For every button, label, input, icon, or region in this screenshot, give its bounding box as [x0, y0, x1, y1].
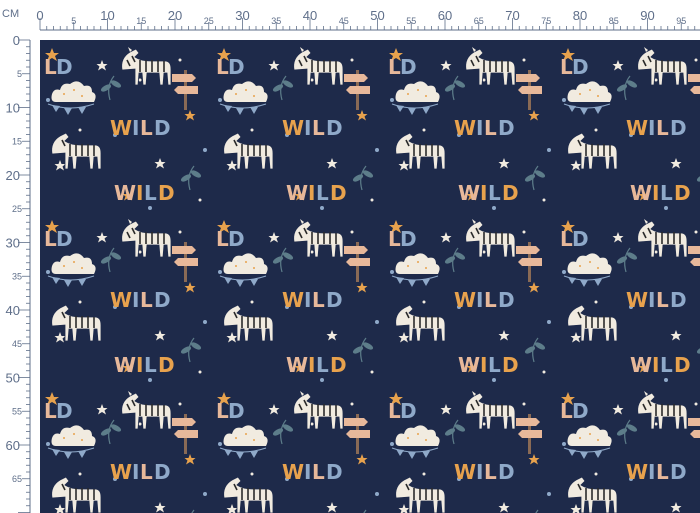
ruler-tick-label: 95 — [676, 16, 686, 26]
fabric-print-preview: W I L D W I L D L D 01020304050607080905… — [2, 8, 700, 513]
ruler-tick-label: 0 — [13, 33, 20, 48]
ruler-tick-label: 30 — [6, 236, 20, 251]
ruler-tick-label: 25 — [12, 204, 22, 214]
ruler-tick-label: 35 — [12, 271, 22, 281]
ruler-tick-label: 85 — [609, 16, 619, 26]
ruler-tick-label: 60 — [6, 438, 20, 453]
ruler-tick-label: 50 — [370, 8, 384, 23]
ruler-tick-label: 60 — [438, 8, 452, 23]
left-ruler: 0 10 20 30 40 50 60 5 15 25 35 45 55 65 — [6, 33, 31, 513]
ruler-tick-label: 10 — [6, 101, 20, 116]
ruler-tick-label: 30 — [235, 8, 249, 23]
ruler-tick-label: 10 — [100, 8, 114, 23]
ruler-tick-label: 20 — [6, 168, 20, 183]
ruler-tick-label: 15 — [136, 16, 146, 26]
ruler-tick-label: 40 — [6, 303, 20, 318]
ruler-tick-label: 5 — [71, 16, 76, 26]
ruler-tick-label: 80 — [573, 8, 587, 23]
ruler-tick-label: 55 — [406, 16, 416, 26]
top-ruler: 0 10 20 30 40 50 60 70 80 90 5 15 25 35 45 55 65 75 85 95 — [36, 8, 700, 31]
ruler-tick-label: 25 — [204, 16, 214, 26]
fabric-pattern-area — [40, 40, 700, 513]
ruler-tick-label: 90 — [640, 8, 654, 23]
unit-label: CM — [2, 8, 19, 20]
ruler-tick-label: 45 — [12, 339, 22, 349]
ruler-tick-label: 20 — [168, 8, 182, 23]
ruler-tick-label: 35 — [271, 16, 281, 26]
ruler-tick-label: 45 — [339, 16, 349, 26]
ruler-tick-label: 15 — [12, 136, 22, 146]
ruler-tick-label: 75 — [541, 16, 551, 26]
ruler-tick-label: 65 — [12, 474, 22, 484]
ruler-tick-label: 40 — [303, 8, 317, 23]
ruler-tick-label: 50 — [6, 371, 20, 386]
ruler-tick-label: 0 — [36, 8, 43, 23]
ruler-tick-label: 65 — [474, 16, 484, 26]
ruler-tick-label: 70 — [505, 8, 519, 23]
ruler-tick-label: 55 — [12, 406, 22, 416]
ruler-tick-label: 5 — [17, 69, 22, 79]
